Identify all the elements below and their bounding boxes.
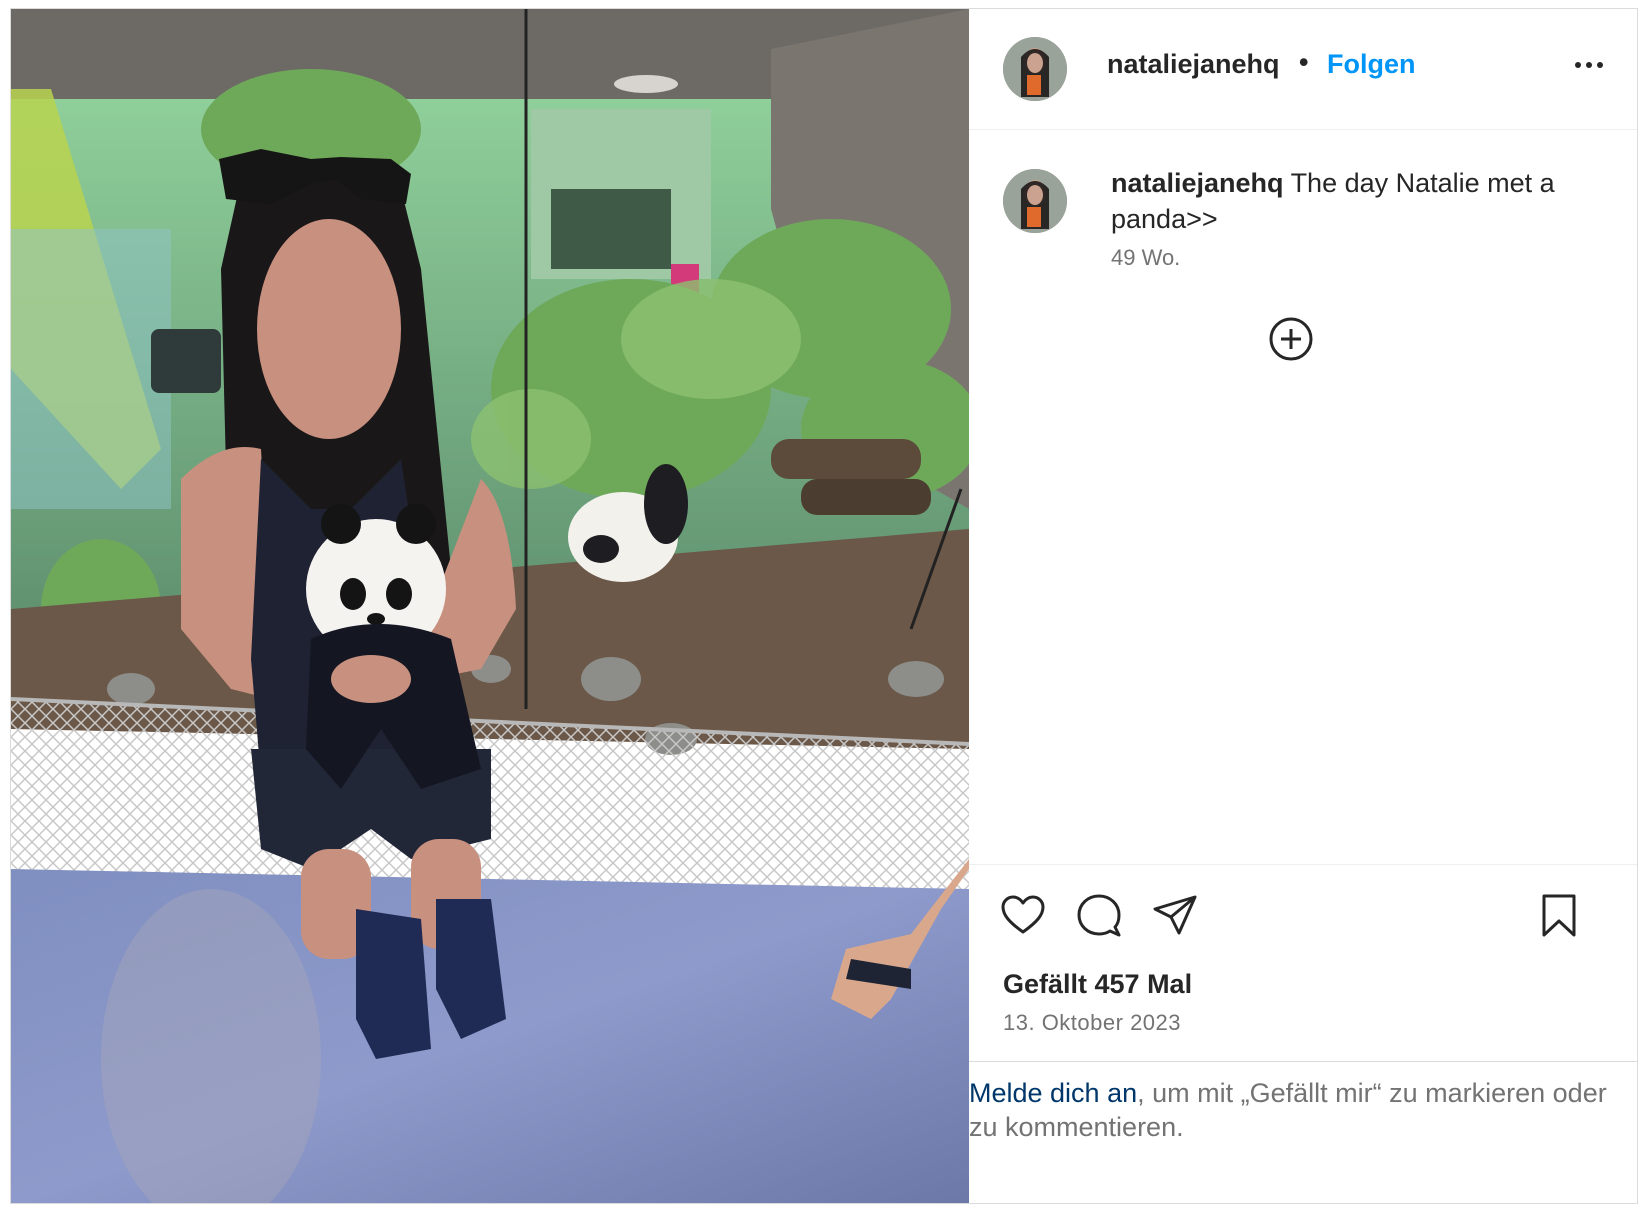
caption-username[interactable]: nataliejanehq [1111,168,1284,198]
post-container: nataliejanehq • Folgen nataliejanehq The… [10,8,1638,1204]
post-header: nataliejanehq • Folgen [969,9,1637,130]
post-photo[interactable] [11,9,969,1203]
likes-count[interactable]: Gefällt 457 Mal [1003,969,1192,1000]
more-horizontal-icon[interactable] [1569,53,1609,77]
caption-text: nataliejanehq The day Natalie met a pand… [1111,165,1601,237]
paper-plane-icon[interactable] [1151,891,1199,939]
login-link[interactable]: Melde dich an [969,1078,1137,1108]
caption-avatar[interactable] [1003,169,1067,233]
post-image [11,9,969,1203]
separator-dot: • [1299,47,1309,77]
comment-bubble-icon[interactable] [1075,891,1123,939]
bookmark-icon[interactable] [1535,891,1583,939]
login-prompt: Melde dich an, um mit „Gefällt mir“ zu m… [969,1061,1637,1144]
username-link[interactable]: nataliejanehq [1107,49,1280,80]
follow-button[interactable]: Folgen [1327,49,1416,80]
plus-circle-icon[interactable] [1267,315,1315,363]
avatar[interactable] [1003,37,1067,101]
action-bar [969,864,1637,965]
post-time[interactable]: 49 Wo. [1111,245,1180,271]
heart-icon[interactable] [999,891,1047,939]
post-date: 13. Oktober 2023 [1003,1010,1182,1035]
post-sidebar: nataliejanehq • Folgen nataliejanehq The… [969,9,1637,1203]
